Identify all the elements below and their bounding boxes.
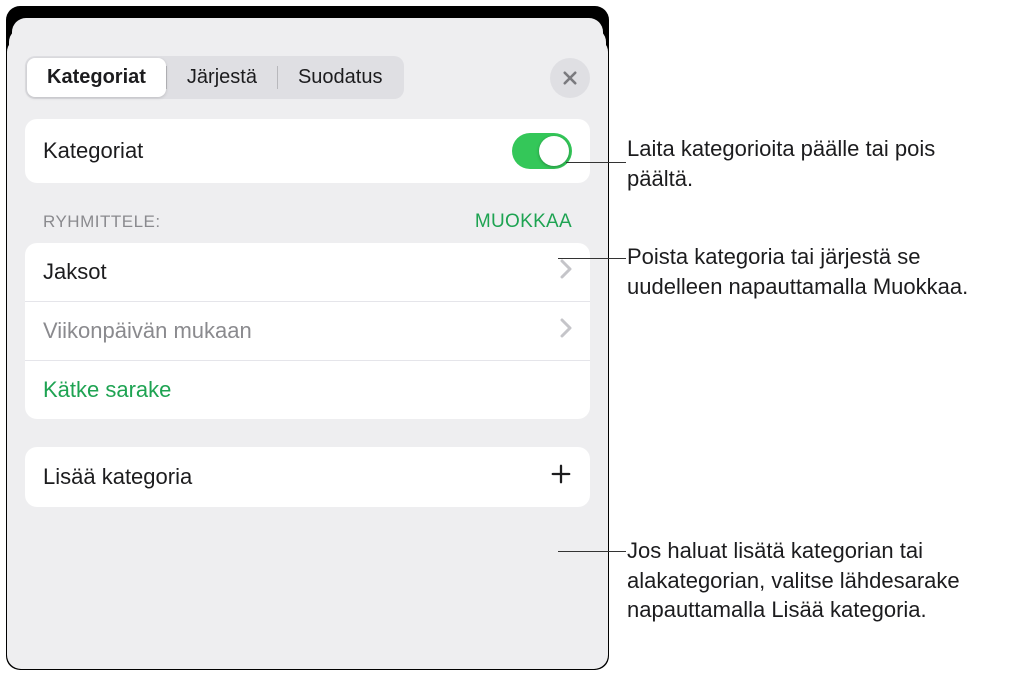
add-category-label: Lisää kategoria	[43, 464, 192, 490]
group-by-list: Jaksot Viikonpäivän mukaan	[25, 243, 590, 419]
panel-header: Kategoriat Järjestä Suodatus	[25, 56, 590, 99]
close-button[interactable]	[550, 58, 590, 98]
categories-panel: Kategoriat Järjestä Suodatus Kategoriat	[7, 38, 608, 669]
chevron-right-icon	[560, 318, 572, 344]
group-row-jaksot[interactable]: Jaksot	[25, 243, 590, 302]
categories-toggle[interactable]	[512, 133, 572, 169]
close-icon	[561, 69, 579, 87]
toggle-knob	[539, 136, 569, 166]
list-row-label: Viikonpäivän	[43, 318, 167, 343]
hide-column-label: Kätke sarake	[43, 377, 171, 403]
categories-toggle-card: Kategoriat	[25, 119, 590, 183]
tab-filter[interactable]: Suodatus	[278, 58, 403, 97]
plus-icon	[550, 463, 572, 491]
chevron-right-icon	[560, 259, 572, 285]
tab-sort[interactable]: Järjestä	[167, 58, 277, 97]
callout-line	[558, 258, 626, 259]
callout-line	[558, 551, 626, 552]
callout-edit: Poista kategoria tai järjestä se uudelle…	[627, 242, 987, 301]
add-category-card: Lisää kategoria	[25, 447, 590, 507]
edit-button[interactable]: MUOKKAA	[475, 211, 572, 233]
group-by-header: RYHMITTELE: MUOKKAA	[25, 183, 590, 243]
callout-line	[566, 162, 626, 163]
categories-toggle-row: Kategoriat	[25, 119, 590, 183]
callout-add: Jos haluat lisätä kategorian tai alakate…	[627, 536, 1007, 625]
tab-categories[interactable]: Kategoriat	[27, 58, 166, 97]
segmented-control: Kategoriat Järjestä Suodatus	[25, 56, 404, 99]
list-row-suffix: mukaan	[167, 318, 251, 343]
add-category-button[interactable]: Lisää kategoria	[25, 447, 590, 507]
list-row-label: Jaksot	[43, 259, 107, 284]
group-by-label: RYHMITTELE:	[43, 212, 161, 232]
group-row-viikonpaiva[interactable]: Viikonpäivän mukaan	[25, 302, 590, 361]
callout-toggle: Laita kategorioita päälle tai pois päält…	[627, 134, 987, 193]
hide-column-button[interactable]: Kätke sarake	[25, 361, 590, 419]
panel-wrapper: Kategoriat Järjestä Suodatus Kategoriat	[6, 6, 609, 670]
categories-toggle-label: Kategoriat	[43, 138, 143, 164]
